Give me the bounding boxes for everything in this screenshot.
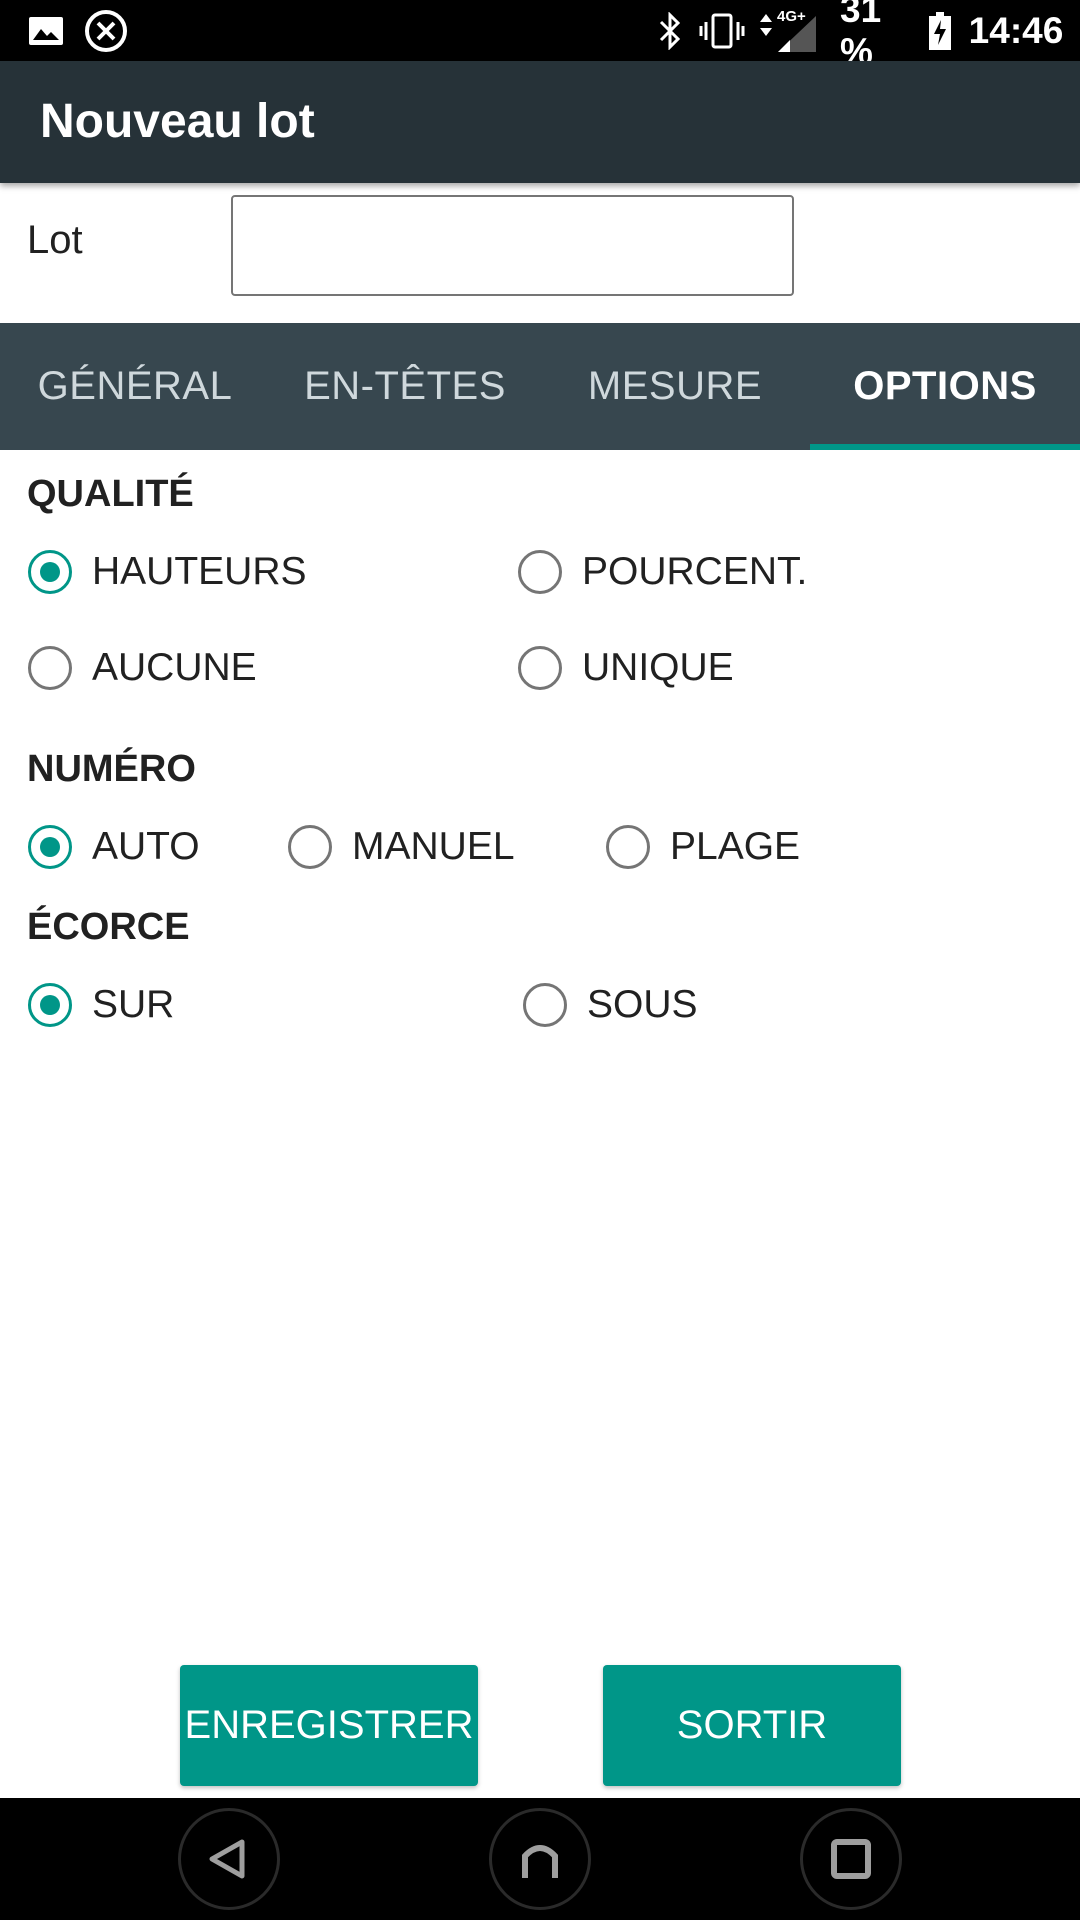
- radio-circle: [606, 825, 650, 869]
- app-bar: Nouveau lot: [0, 61, 1080, 183]
- clock: 14:46: [968, 9, 1064, 51]
- radio-sur[interactable]: SUR: [28, 975, 174, 1035]
- home-icon[interactable]: [489, 1808, 591, 1910]
- radio-unique[interactable]: UNIQUE: [518, 638, 734, 698]
- radio-sous[interactable]: SOUS: [523, 975, 698, 1035]
- radio-label: AUCUNE: [92, 646, 257, 689]
- tab-options[interactable]: OPTIONS: [810, 323, 1080, 450]
- radio-label: PLAGE: [670, 825, 801, 868]
- radio-aucune[interactable]: AUCUNE: [28, 638, 257, 698]
- radio-plage[interactable]: PLAGE: [606, 817, 800, 877]
- page-title: Nouveau lot: [40, 95, 315, 148]
- lot-input[interactable]: [231, 195, 794, 296]
- tab-indicator: [810, 444, 1080, 450]
- back-icon[interactable]: [178, 1808, 280, 1910]
- status-bar: 4G+ 31 % 14:46: [0, 0, 1080, 72]
- tab-en-tetes[interactable]: EN-TÊTES: [270, 323, 540, 450]
- radio-circle: [28, 550, 72, 594]
- radio-label: SUR: [92, 983, 175, 1026]
- radio-circle: [518, 550, 562, 594]
- qualite-title: QUALITÉ: [27, 473, 194, 515]
- battery-charging-icon: [926, 0, 954, 61]
- tab-general[interactable]: GÉNÉRAL: [0, 323, 270, 450]
- lot-label: Lot: [27, 218, 83, 262]
- radio-circle: [28, 646, 72, 690]
- bluetooth-icon: [655, 0, 685, 61]
- radio-circle: [28, 983, 72, 1027]
- radio-label: MANUEL: [352, 825, 515, 868]
- radio-auto[interactable]: AUTO: [28, 817, 200, 877]
- network-type-label: 4G+: [777, 8, 806, 25]
- close-circle-icon: [84, 0, 128, 61]
- tab-mesure[interactable]: MESURE: [540, 323, 810, 450]
- radio-hauteurs[interactable]: HAUTEURS: [28, 542, 307, 602]
- signal-icon: 4G+: [756, 0, 820, 61]
- tab-bar: GÉNÉRAL EN-TÊTES MESURE OPTIONS: [0, 323, 1080, 450]
- radio-circle: [28, 825, 72, 869]
- vibrate-icon: [698, 0, 746, 61]
- image-icon: [26, 0, 66, 61]
- battery-percent: 31 %: [840, 0, 882, 72]
- radio-label: UNIQUE: [582, 646, 734, 689]
- radio-pourcent[interactable]: POURCENT.: [518, 542, 807, 602]
- radio-label: AUTO: [92, 825, 200, 868]
- radio-circle: [288, 825, 332, 869]
- numero-title: NUMÉRO: [27, 748, 196, 790]
- radio-circle: [523, 983, 567, 1027]
- save-button[interactable]: ENREGISTRER: [180, 1665, 478, 1786]
- recent-apps-icon[interactable]: [800, 1808, 902, 1910]
- radio-manuel[interactable]: MANUEL: [288, 817, 515, 877]
- radio-label: HAUTEURS: [92, 550, 307, 593]
- ecorce-title: ÉCORCE: [27, 906, 190, 948]
- radio-label: SOUS: [587, 983, 698, 1026]
- navigation-bar: [0, 1798, 1080, 1920]
- exit-button[interactable]: SORTIR: [603, 1665, 901, 1786]
- radio-circle: [518, 646, 562, 690]
- radio-label: POURCENT.: [582, 550, 808, 593]
